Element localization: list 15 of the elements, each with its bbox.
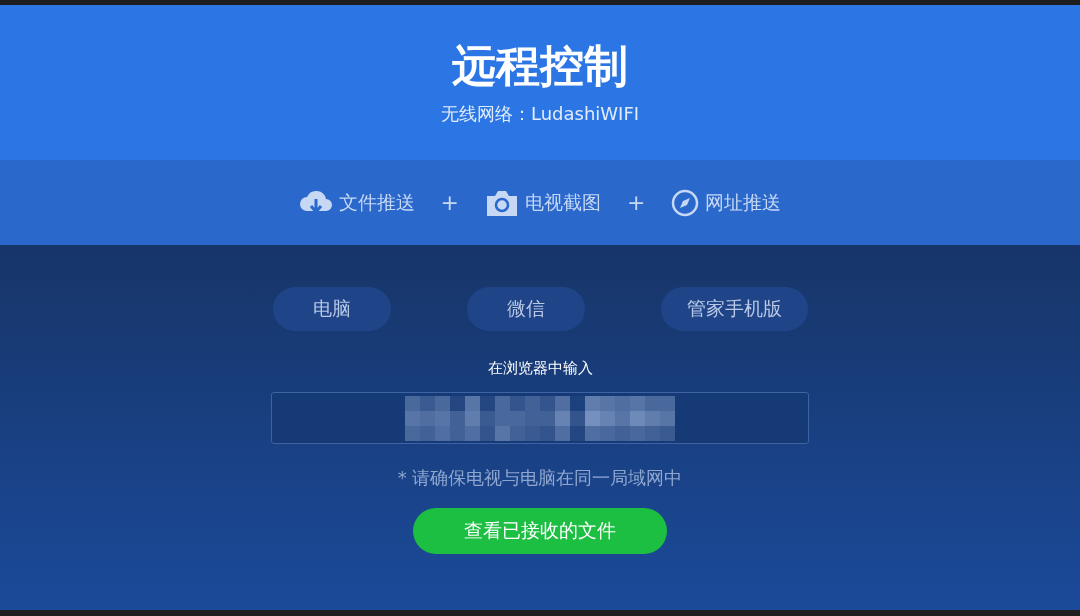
plus-sign: +	[440, 190, 459, 215]
camera-icon	[485, 188, 519, 217]
compass-icon	[671, 188, 700, 217]
plus-sign: +	[627, 190, 646, 215]
feature-tab[interactable]: 文件推送	[298, 188, 415, 217]
instruction-text: 在浏览器中输入	[487, 359, 593, 378]
feature-tab[interactable]: 电视截图	[485, 188, 601, 217]
page-title: 远程控制	[452, 39, 628, 93]
mode-button[interactable]: 微信	[466, 287, 585, 331]
mode-button[interactable]: 电脑	[272, 287, 391, 331]
mode-button[interactable]: 管家手机版	[660, 287, 808, 331]
view-files-button[interactable]: 查看已接收的文件	[413, 508, 667, 554]
feature-tab[interactable]: 网址推送	[671, 188, 782, 217]
network-note: * 请确保电视与电脑在同一局域网中	[397, 466, 683, 490]
network-label: 无线网络：LudashiWIFI	[440, 102, 640, 126]
